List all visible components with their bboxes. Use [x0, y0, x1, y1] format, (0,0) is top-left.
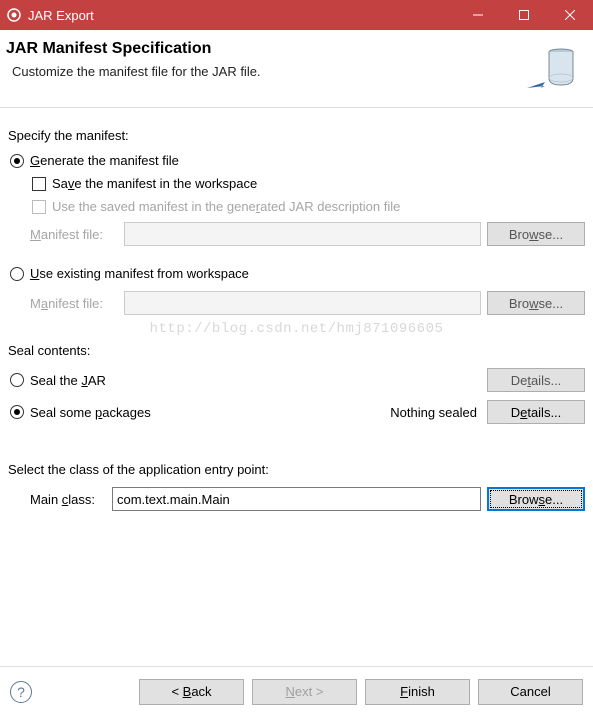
maximize-button[interactable] — [501, 0, 547, 30]
seal-jar-radio-row[interactable]: Seal the JAR Details... — [8, 368, 585, 392]
manifest-file-input-2 — [124, 291, 481, 315]
jar-icon — [521, 40, 581, 95]
use-existing-radio-row[interactable]: Use existing manifest from workspace — [8, 266, 585, 281]
manifest-file-row-1: Manifest file: Browse... — [30, 222, 585, 246]
seal-status-text: Nothing sealed — [390, 405, 477, 420]
radio-icon — [10, 154, 24, 168]
save-manifest-checkbox-row[interactable]: Save the manifest in the workspace — [30, 176, 585, 191]
use-existing-label: Use existing manifest from workspace — [30, 266, 249, 281]
seal-some-details-button[interactable]: Details... — [487, 400, 585, 424]
manifest-file-label-2: Manifest file: — [30, 296, 118, 311]
manifest-section-label: Specify the manifest: — [8, 128, 585, 143]
radio-icon — [10, 373, 24, 387]
manifest-file-label-1: Manifest file: — [30, 227, 118, 242]
checkbox-icon — [32, 200, 46, 214]
seal-section-label: Seal contents: — [8, 343, 585, 358]
window-title: JAR Export — [28, 8, 455, 23]
radio-icon — [10, 405, 24, 419]
use-saved-checkbox-row: Use the saved manifest in the generated … — [30, 199, 585, 214]
radio-icon — [10, 267, 24, 281]
main-class-row: Main class: Browse... — [30, 487, 585, 511]
back-button[interactable]: < Back — [139, 679, 244, 705]
seal-jar-details-button: Details... — [487, 368, 585, 392]
main-class-browse-button[interactable]: Browse... — [487, 487, 585, 511]
cancel-button[interactable]: Cancel — [478, 679, 583, 705]
entry-section-label: Select the class of the application entr… — [8, 462, 585, 477]
help-icon[interactable]: ? — [10, 681, 32, 703]
seal-some-label: Seal some packages — [30, 405, 390, 420]
browse-button-1: Browse... — [487, 222, 585, 246]
dialog-header: JAR Manifest Specification Customize the… — [0, 30, 593, 108]
manifest-file-input-1 — [124, 222, 481, 246]
save-manifest-label: Save the manifest in the workspace — [52, 176, 257, 191]
close-button[interactable] — [547, 0, 593, 30]
use-saved-label: Use the saved manifest in the generated … — [52, 199, 400, 214]
eclipse-icon — [6, 7, 22, 23]
dialog-content: Specify the manifest: Generate the manif… — [0, 108, 593, 511]
browse-button-2: Browse... — [487, 291, 585, 315]
main-class-label: Main class: — [30, 492, 106, 507]
main-class-input[interactable] — [112, 487, 481, 511]
titlebar: JAR Export — [0, 0, 593, 30]
seal-some-radio-row[interactable]: Seal some packages Nothing sealed Detail… — [8, 400, 585, 424]
page-title: JAR Manifest Specification — [6, 40, 521, 58]
generate-manifest-radio-row[interactable]: Generate the manifest file — [8, 153, 585, 168]
dialog-footer: ? < Back Next > Finish Cancel — [0, 666, 593, 716]
next-button: Next > — [252, 679, 357, 705]
watermark-text: http://blog.csdn.net/hmj871096605 — [8, 321, 585, 337]
manifest-file-row-2: Manifest file: Browse... — [30, 291, 585, 315]
seal-jar-label: Seal the JAR — [30, 373, 487, 388]
finish-button[interactable]: Finish — [365, 679, 470, 705]
generate-manifest-label: Generate the manifest file — [30, 153, 179, 168]
checkbox-icon — [32, 177, 46, 191]
minimize-button[interactable] — [455, 0, 501, 30]
page-subtitle: Customize the manifest file for the JAR … — [12, 64, 521, 79]
